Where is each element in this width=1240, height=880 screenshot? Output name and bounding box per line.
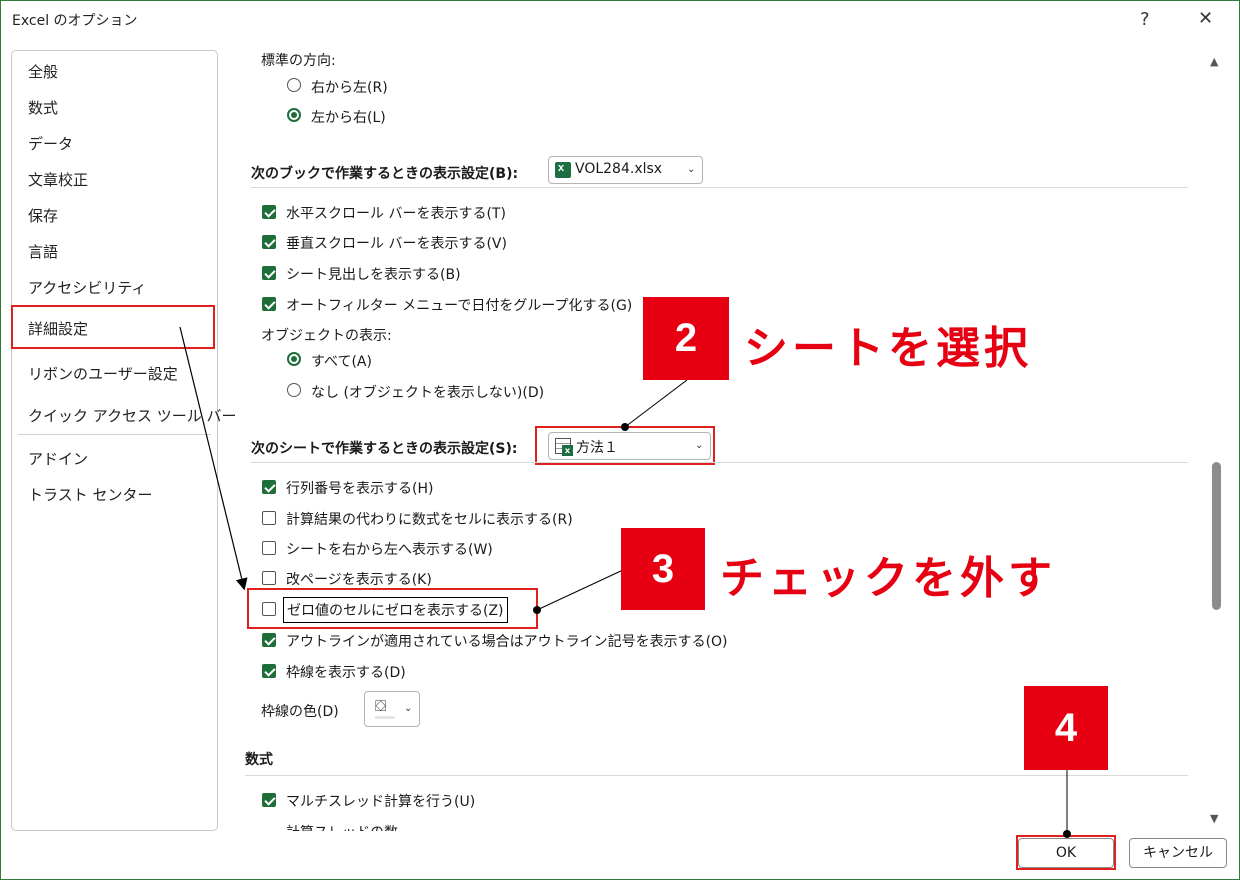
step-2-badge: 2 bbox=[643, 297, 729, 380]
step-3-caption: チェックを外す bbox=[720, 553, 1056, 604]
step-3-badge: 3 bbox=[621, 528, 705, 610]
step-2-caption: シートを選択 bbox=[744, 323, 1032, 374]
step-4-badge: 4 bbox=[1024, 686, 1108, 770]
